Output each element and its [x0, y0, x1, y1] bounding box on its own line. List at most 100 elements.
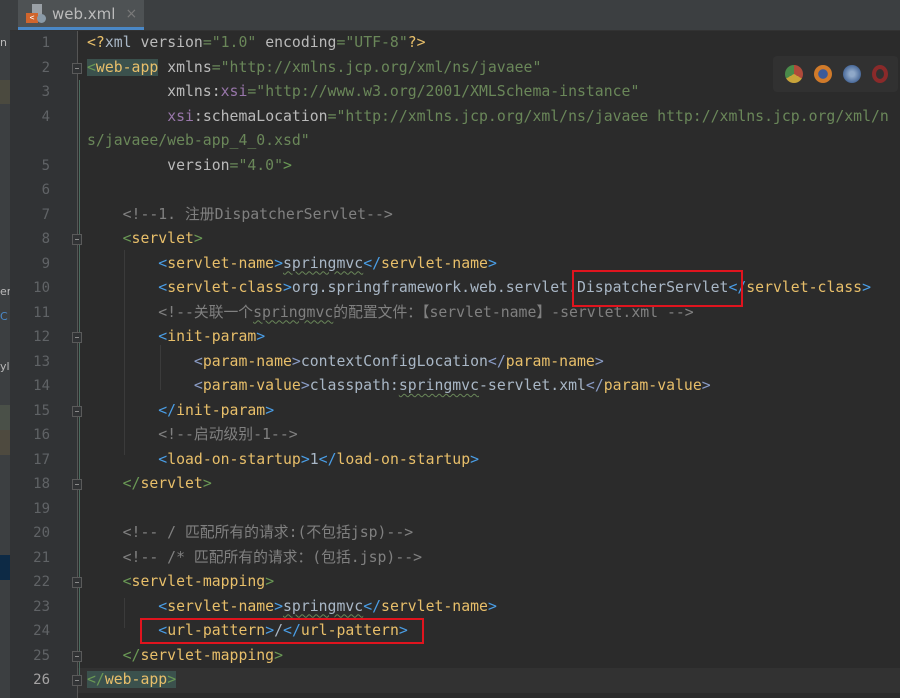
fold-icon[interactable] — [72, 63, 82, 74]
code-token: > — [283, 156, 292, 174]
code-token: > — [594, 352, 604, 370]
code-line: version="4.0"> — [87, 154, 900, 179]
fold-icon[interactable] — [72, 234, 82, 245]
code-token: </ — [363, 254, 382, 272]
code-token: load-on-startup — [167, 450, 301, 468]
code-editor[interactable]: <?xml version="1.0" encoding="UTF-8"?> < w… — [87, 31, 900, 693]
firefox-icon[interactable] — [814, 65, 832, 83]
code-token: param-name — [202, 352, 292, 370]
fold-icon[interactable] — [72, 406, 82, 417]
close-tab-icon[interactable]: × — [125, 6, 137, 22]
code-line: <?xml version="1.0" encoding="UTF-8"?> — [87, 31, 900, 56]
code-line: </init-param> — [87, 399, 900, 424]
code-token: springmvc — [283, 597, 364, 615]
code-line: <!--1. 注册DispatcherServlet--> — [87, 203, 900, 228]
code-token: web-app — [104, 671, 168, 688]
fold-icon[interactable] — [72, 479, 82, 490]
line-number: 25 — [33, 648, 50, 664]
line-number: 18 — [33, 476, 50, 492]
code-token: > — [274, 597, 284, 615]
safari-icon[interactable] — [843, 65, 861, 83]
code-token: </ — [487, 352, 506, 370]
code-token: encoding — [265, 34, 337, 51]
code-line: </web-app> — [87, 668, 900, 693]
line-number: 5 — [41, 158, 50, 174]
line-number: 15 — [33, 403, 50, 419]
code-token: xsi — [220, 83, 248, 100]
code-token: servlet-class — [746, 279, 863, 296]
fold-icon[interactable] — [72, 577, 82, 588]
code-token: < — [87, 450, 168, 468]
fold-icon[interactable] — [72, 332, 82, 343]
code-line: <load-on-startup>1</load-on-startup> — [87, 448, 900, 473]
code-token: </ — [87, 646, 141, 664]
editor-tab-bar: < web.xml × — [10, 0, 900, 31]
code-token: < — [87, 328, 168, 345]
code-token: </ — [585, 377, 604, 394]
code-token: > — [701, 377, 711, 394]
tab-label: web.xml — [52, 4, 116, 23]
code-line: <init-param> — [87, 325, 900, 350]
code-token: > — [193, 230, 203, 247]
code-token: -servlet.xml — [479, 377, 586, 394]
fold-icon[interactable] — [72, 675, 82, 686]
code-token: ="1.0" — [202, 34, 266, 51]
code-token: > — [470, 450, 480, 468]
line-number: 6 — [41, 182, 50, 198]
code-token: servlet — [140, 475, 203, 492]
xml-file-icon: < — [26, 3, 48, 24]
line-number: 11 — [33, 305, 50, 321]
line-number: 23 — [33, 599, 50, 615]
line-number: 14 — [33, 378, 50, 394]
code-token: xmlns — [158, 58, 212, 76]
code-token: version — [87, 156, 230, 174]
code-token: <!--启动级别-1--> — [87, 426, 298, 443]
code-token: > — [862, 279, 871, 296]
code-line: <!-- /* 匹配所有的请求：(包括.jsp)--> — [87, 546, 900, 571]
panel-fragment: n — [0, 36, 7, 49]
panel-fragment: yl — [0, 360, 10, 373]
code-token: init-param — [167, 328, 257, 345]
code-token: > — [300, 450, 310, 468]
code-token: param-name — [505, 352, 595, 370]
tab-web-xml[interactable]: < web.xml × — [18, 0, 144, 30]
code-token: xml — [104, 34, 141, 51]
code-line: <!--启动级别-1--> — [87, 423, 900, 448]
code-token: web-app — [95, 58, 159, 76]
line-number: 19 — [33, 501, 50, 517]
code-token: 1 — [309, 450, 319, 468]
indent-guide — [79, 80, 80, 680]
code-token: <? — [87, 34, 105, 51]
code-token: < — [87, 254, 168, 272]
line-number: 4 — [41, 109, 50, 125]
code-token: ="http://xmlns.jcp.org/xml/ns/javaee" — [211, 58, 542, 76]
code-line: <param-value>classpath:springmvc-servlet… — [87, 374, 900, 399]
line-number: 22 — [33, 574, 50, 590]
code-token: springmvc — [283, 254, 364, 272]
code-token: servlet-name — [381, 254, 488, 272]
opera-icon[interactable] — [872, 65, 888, 83]
project-panel-edge: n er C yl — [0, 0, 11, 698]
chrome-icon[interactable] — [785, 65, 803, 83]
code-line: <servlet-name>springmvc</servlet-name> — [87, 252, 900, 277]
code-line: xsi:schemaLocation="http://xmlns.jcp.org… — [87, 105, 900, 154]
highlight-box-dispatcherservlet — [572, 270, 743, 307]
fold-icon[interactable] — [72, 651, 82, 662]
code-token: <!-- / 匹配所有的请求:(不包括jsp)--> — [87, 524, 414, 541]
line-number: 20 — [33, 525, 50, 541]
code-token: > — [283, 279, 292, 296]
code-token: > — [300, 377, 310, 394]
code-token: xsi — [167, 107, 194, 125]
line-number: 8 — [41, 231, 50, 247]
code-token: < — [87, 597, 168, 615]
code-token: < — [87, 279, 168, 296]
code-token: param-value — [202, 377, 301, 394]
highlight-box-url-pattern — [140, 618, 424, 644]
code-line: </servlet> — [87, 472, 900, 497]
code-token: servlet-name — [381, 597, 488, 615]
code-line: <servlet-class>org.springframework.web.s… — [87, 276, 900, 301]
line-number: 26 — [33, 672, 50, 688]
code-token: </ — [363, 597, 382, 615]
code-token: param-value — [603, 377, 702, 394]
code-token: > — [202, 475, 212, 492]
